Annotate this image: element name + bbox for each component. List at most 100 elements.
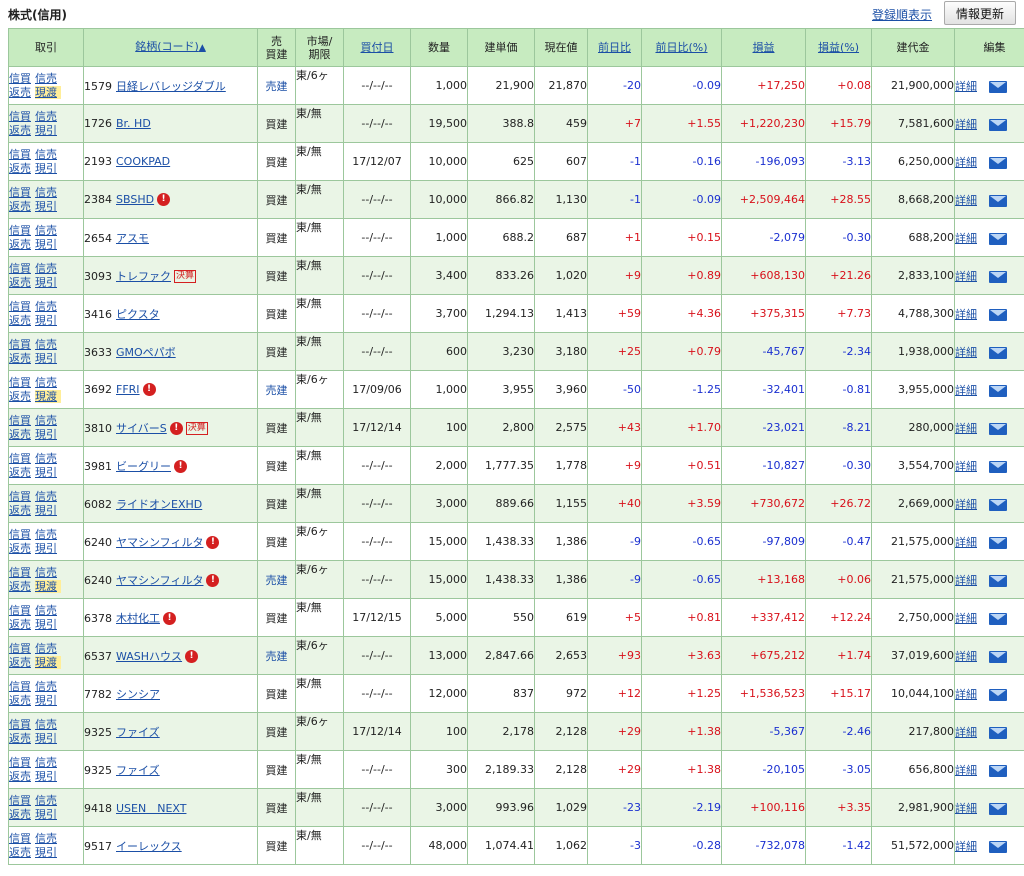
margin-buy-link[interactable]: 信買 [10,148,36,161]
margin-buy-link[interactable]: 信買 [10,642,36,655]
stock-name-link[interactable]: WASHハウス [116,650,182,663]
close-sell-link[interactable]: 返売 [10,200,36,213]
close-sell-link[interactable]: 返売 [10,314,36,327]
receipt-link[interactable]: 現引 [35,504,61,517]
close-sell-link[interactable]: 返売 [10,276,36,289]
margin-sell-link[interactable]: 信売 [35,148,61,161]
close-sell-link[interactable]: 返売 [10,504,36,517]
receipt-link[interactable]: 現引 [35,466,61,479]
mail-icon[interactable] [989,498,1007,511]
margin-buy-link[interactable]: 信買 [10,376,36,389]
close-sell-link[interactable]: 返売 [10,732,36,745]
mail-icon[interactable] [989,574,1007,587]
receipt-link[interactable]: 現引 [35,162,61,175]
stock-name-link[interactable]: 木村化工 [116,612,160,625]
receipt-link[interactable]: 現引 [35,618,61,631]
stock-name-link[interactable]: ピクスタ [116,308,160,321]
close-sell-link[interactable]: 返売 [10,238,36,251]
register-order-link[interactable]: 登録順表示 [872,6,932,23]
close-sell-link[interactable]: 返売 [10,618,36,631]
margin-buy-link[interactable]: 信買 [10,832,36,845]
delivery-link[interactable]: 現渡 [35,86,61,99]
receipt-link[interactable]: 現引 [35,846,61,859]
col-name-sort[interactable]: 銘柄(コード)▲ [83,28,258,67]
receipt-link[interactable]: 現引 [35,694,61,707]
receipt-link[interactable]: 現引 [35,276,61,289]
detail-link[interactable]: 詳細 [956,536,978,549]
mail-icon[interactable] [989,232,1007,245]
stock-name-link[interactable]: COOKPAD [116,155,170,168]
margin-buy-link[interactable]: 信買 [10,680,36,693]
detail-link[interactable]: 詳細 [956,612,978,625]
stock-name-link[interactable]: USEN NEXT [116,802,186,815]
margin-sell-link[interactable]: 信売 [35,376,61,389]
margin-sell-link[interactable]: 信売 [35,224,61,237]
mail-icon[interactable] [989,802,1007,815]
margin-sell-link[interactable]: 信売 [35,490,61,503]
margin-buy-link[interactable]: 信買 [10,604,36,617]
detail-link[interactable]: 詳細 [956,688,978,701]
margin-sell-link[interactable]: 信売 [35,414,61,427]
close-sell-link[interactable]: 返売 [10,162,36,175]
margin-buy-link[interactable]: 信買 [10,452,36,465]
margin-sell-link[interactable]: 信売 [35,300,61,313]
margin-sell-link[interactable]: 信売 [35,718,61,731]
delivery-link[interactable]: 現渡 [35,580,61,593]
receipt-link[interactable]: 現引 [35,808,61,821]
mail-icon[interactable] [989,688,1007,701]
margin-buy-link[interactable]: 信買 [10,490,36,503]
alert-icon[interactable]: ! [185,650,199,663]
detail-link[interactable]: 詳細 [956,384,978,397]
close-sell-link[interactable]: 返売 [10,428,36,441]
detail-link[interactable]: 詳細 [956,156,978,169]
margin-buy-link[interactable]: 信買 [10,186,36,199]
stock-name-link[interactable]: アスモ [116,232,149,245]
close-sell-link[interactable]: 返売 [10,466,36,479]
close-sell-link[interactable]: 返売 [10,770,36,783]
receipt-link[interactable]: 現引 [35,200,61,213]
margin-buy-link[interactable]: 信買 [10,224,36,237]
mail-icon[interactable] [989,384,1007,397]
close-sell-link[interactable]: 返売 [10,124,36,137]
margin-sell-link[interactable]: 信売 [35,680,61,693]
detail-link[interactable]: 詳細 [956,308,978,321]
detail-link[interactable]: 詳細 [956,650,978,663]
margin-sell-link[interactable]: 信売 [35,756,61,769]
receipt-link[interactable]: 現引 [35,770,61,783]
close-sell-link[interactable]: 返売 [10,694,36,707]
mail-icon[interactable] [989,308,1007,321]
alert-icon[interactable]: ! [142,383,156,397]
detail-link[interactable]: 詳細 [956,574,978,587]
col-change-sort[interactable]: 前日比 [587,28,642,67]
margin-buy-link[interactable]: 信買 [10,414,36,427]
delivery-link[interactable]: 現渡 [35,390,61,403]
mail-icon[interactable] [989,80,1007,93]
stock-name-link[interactable]: ファイズ [116,764,160,777]
close-sell-link[interactable]: 返売 [10,656,36,669]
mail-icon[interactable] [989,422,1007,435]
mail-icon[interactable] [989,156,1007,169]
stock-name-link[interactable]: ヤマシンフィルタ [116,574,203,587]
stock-name-link[interactable]: ビーグリー [116,460,171,473]
stock-name-link[interactable]: ファイズ [116,726,160,739]
alert-icon[interactable]: ! [206,536,220,549]
detail-link[interactable]: 詳細 [956,232,978,245]
mail-icon[interactable] [989,764,1007,777]
margin-buy-link[interactable]: 信買 [10,794,36,807]
close-sell-link[interactable]: 返売 [10,390,36,403]
stock-name-link[interactable]: ライドオンEXHD [116,498,202,511]
detail-link[interactable]: 詳細 [956,346,978,359]
detail-link[interactable]: 詳細 [956,726,978,739]
alert-icon[interactable]: ! [163,612,176,625]
alert-icon[interactable]: ! [174,460,187,473]
mail-icon[interactable] [989,650,1007,663]
stock-name-link[interactable]: イーレックス [116,840,182,853]
delivery-link[interactable]: 現渡 [35,656,61,669]
margin-sell-link[interactable]: 信売 [35,262,61,275]
detail-link[interactable]: 詳細 [956,802,978,815]
margin-sell-link[interactable]: 信売 [35,338,61,351]
margin-buy-link[interactable]: 信買 [10,756,36,769]
close-sell-link[interactable]: 返売 [10,846,36,859]
margin-sell-link[interactable]: 信売 [35,110,61,123]
close-sell-link[interactable]: 返売 [10,580,36,593]
